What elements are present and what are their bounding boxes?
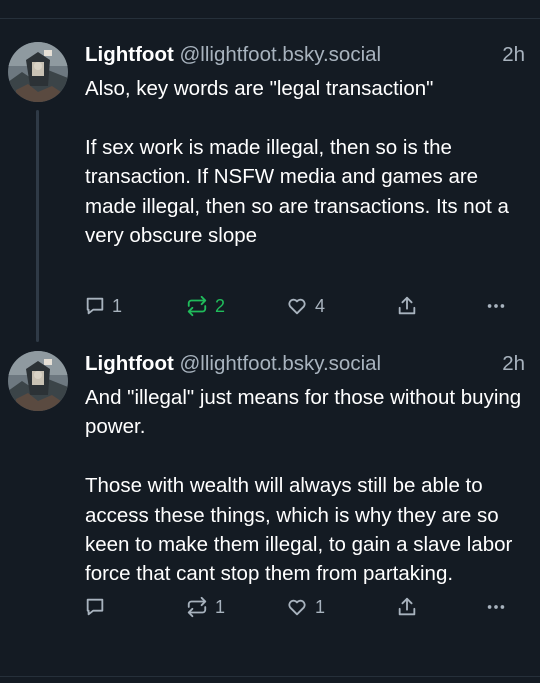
post-2[interactable]: Lightfoot @llightfoot.bsky.social 2h And… — [0, 347, 540, 667]
repost-count: 2 — [215, 295, 226, 316]
more-button[interactable] — [484, 591, 508, 623]
heart-icon — [288, 599, 306, 616]
thread-line — [36, 110, 39, 342]
reply-count: 1 — [112, 295, 123, 316]
more-icon — [487, 304, 505, 308]
post-header: Lightfoot @llightfoot.bsky.social 2h — [85, 43, 525, 71]
more-icon — [487, 605, 505, 609]
repost-icon — [187, 596, 207, 618]
reply-button[interactable]: 1 — [84, 290, 122, 322]
share-button[interactable] — [396, 290, 418, 322]
repost-button[interactable]: 2 — [185, 290, 225, 322]
like-count: 4 — [315, 295, 326, 316]
reply-icon — [86, 297, 104, 315]
post-paragraph: Also, key words are "legal transaction" — [85, 77, 434, 100]
top-divider — [0, 18, 540, 19]
post-1[interactable]: Lightfoot @llightfoot.bsky.social 2h Als… — [0, 38, 540, 342]
repost-count: 1 — [215, 596, 226, 617]
post-actions: 1 2 4 — [84, 290, 524, 322]
post-text: Also, key words are "legal transaction" … — [85, 74, 525, 250]
post-text: And "illegal" just means for those witho… — [85, 383, 525, 589]
post-time[interactable]: 2h — [502, 43, 525, 67]
avatar[interactable] — [8, 351, 68, 411]
repost-icon — [187, 295, 207, 317]
more-button[interactable] — [484, 290, 508, 322]
post-paragraph: And "illegal" just means for those witho… — [85, 386, 522, 439]
repost-button[interactable]: 1 — [185, 591, 225, 623]
author-handle[interactable]: @llightfoot.bsky.social — [180, 43, 382, 66]
author-handle[interactable]: @llightfoot.bsky.social — [180, 352, 382, 375]
post-time[interactable]: 2h — [502, 352, 525, 376]
share-icon — [398, 597, 416, 616]
heart-icon — [288, 298, 306, 315]
share-button[interactable] — [396, 591, 418, 623]
post-paragraph: Those with wealth will always still be a… — [85, 474, 513, 586]
author-name[interactable]: Lightfoot — [85, 352, 174, 375]
avatar[interactable] — [8, 42, 68, 102]
post-paragraph: If sex work is made illegal, then so is … — [85, 135, 509, 248]
share-icon — [398, 296, 416, 315]
author-name[interactable]: Lightfoot — [85, 43, 174, 66]
like-count: 1 — [315, 596, 326, 617]
like-button[interactable]: 1 — [285, 591, 325, 623]
reply-button[interactable] — [84, 591, 112, 623]
like-button[interactable]: 4 — [285, 290, 325, 322]
bottom-divider — [0, 676, 540, 677]
post-actions: 1 1 — [84, 591, 524, 623]
reply-icon — [86, 598, 104, 616]
post-header: Lightfoot @llightfoot.bsky.social 2h — [85, 352, 525, 380]
